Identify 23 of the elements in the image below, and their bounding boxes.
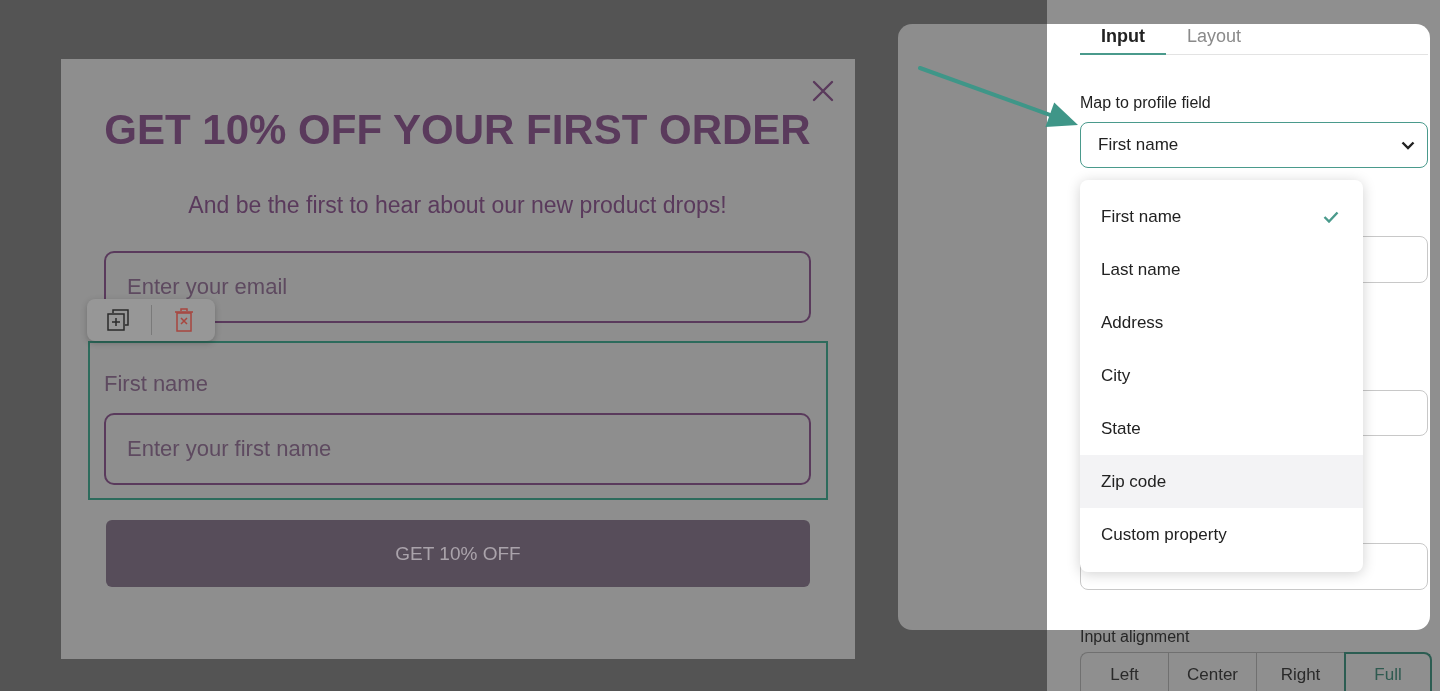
profile-field-select[interactable]: First name (1080, 122, 1428, 168)
field-label: Map to profile field (1080, 93, 1211, 113)
alignment-option[interactable]: Left (1080, 652, 1168, 691)
dropdown-option[interactable]: Last name (1080, 243, 1363, 296)
popup-title: GET 10% OFF YOUR FIRST ORDER (104, 107, 811, 153)
close-icon[interactable] (812, 80, 834, 102)
field-label: First name (104, 371, 208, 397)
first-name-input[interactable]: Enter your first name (104, 413, 811, 485)
dropdown-option[interactable]: Address (1080, 296, 1363, 349)
dropdown-option[interactable]: Custom property (1080, 508, 1363, 561)
chevron-down-icon (1401, 140, 1415, 150)
trash-icon[interactable] (174, 308, 194, 332)
dropdown-option[interactable]: City (1080, 349, 1363, 402)
dropdown-option[interactable]: First name (1080, 190, 1363, 243)
email-input[interactable]: Enter your email (104, 251, 811, 323)
duplicate-icon[interactable] (107, 309, 129, 331)
alignment-label: Input alignment (1080, 627, 1190, 647)
dropdown-option[interactable]: Zip code (1080, 455, 1363, 508)
dropdown-option[interactable]: State (1080, 402, 1363, 455)
settings-tab[interactable]: Input (1080, 24, 1166, 55)
alignment-option[interactable]: Center (1168, 652, 1256, 691)
alignment-option[interactable]: Right (1256, 652, 1344, 691)
popup-subtitle: And be the first to hear about our new product drops! (187, 191, 728, 219)
